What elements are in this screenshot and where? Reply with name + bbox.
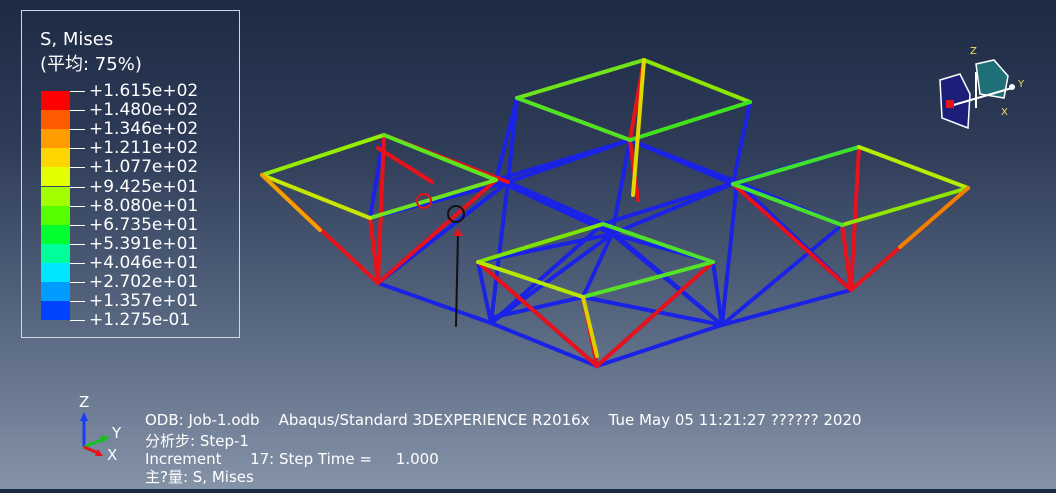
legend-value: +1.275e-01	[89, 310, 191, 331]
legend-tick	[70, 167, 85, 169]
legend-swatch	[41, 282, 70, 301]
legend-tick	[70, 205, 85, 207]
legend-swatch	[41, 262, 70, 282]
legend-title: S, Mises	[40, 29, 114, 50]
legend-value: +1.211e+02	[89, 138, 199, 159]
legend-tick	[70, 91, 85, 92]
legend-swatch	[41, 91, 70, 110]
legend-tick	[70, 129, 85, 131]
step-info: 分析步: Step-1	[145, 432, 249, 450]
legend-value: +1.357e+01	[89, 291, 199, 312]
legend-value: +5.391e+01	[89, 233, 199, 254]
legend-value: +1.077e+02	[89, 157, 199, 178]
triad-x-label: X	[107, 446, 118, 464]
triad-z-label: Z	[79, 393, 90, 411]
view-cube-x-label: X	[1001, 107, 1008, 118]
legend-value: +6.735e+01	[89, 214, 199, 235]
legend-value: +1.480e+02	[89, 100, 199, 121]
legend-tick	[70, 186, 85, 188]
legend-swatch	[41, 205, 70, 225]
odb-info: ODB: Job-1.odb Abaqus/Standard 3DEXPERIE…	[145, 411, 862, 429]
variable-info: 主?量: S, Mises	[145, 468, 254, 486]
legend-value: +8.080e+01	[89, 195, 199, 216]
legend-value: +2.702e+01	[89, 272, 199, 292]
increment-info: Increment 17: Step Time = 1.000	[145, 450, 439, 468]
legend-tick	[70, 110, 85, 112]
legend-tick	[70, 262, 85, 264]
legend-swatch	[41, 167, 70, 187]
view-cube[interactable]: Z Y X	[932, 44, 1032, 138]
contour-legend: S, Mises (平均: 75%) +1.615e+02 +1.480e+02 +…	[21, 10, 240, 338]
legend-swatch	[41, 110, 70, 130]
legend-subtitle: (平均: 75%)	[40, 54, 142, 75]
legend-tick	[70, 282, 85, 283]
legend-tick	[70, 224, 85, 226]
coordinate-triad: Z Y X	[70, 395, 130, 469]
legend-tick	[70, 243, 85, 245]
legend-tick	[70, 320, 85, 322]
legend-value: +9.425e+01	[89, 176, 199, 197]
legend-tick	[70, 301, 85, 303]
legend-swatch	[41, 243, 70, 263]
legend-swatch	[41, 148, 70, 168]
legend-swatch	[41, 224, 70, 244]
legend-value: +1.346e+02	[89, 119, 199, 140]
legend-swatch	[41, 301, 70, 321]
view-cube-icon[interactable]	[932, 44, 1032, 134]
legend-tick	[70, 148, 85, 150]
legend-swatch	[41, 129, 70, 149]
view-cube-y-label: Y	[1018, 79, 1025, 90]
legend-swatch	[41, 186, 70, 206]
legend-value: +1.615e+02	[89, 81, 199, 101]
legend-value: +4.046e+01	[89, 252, 199, 273]
triad-y-label: Y	[112, 424, 122, 442]
view-cube-z-label: Z	[970, 46, 977, 57]
